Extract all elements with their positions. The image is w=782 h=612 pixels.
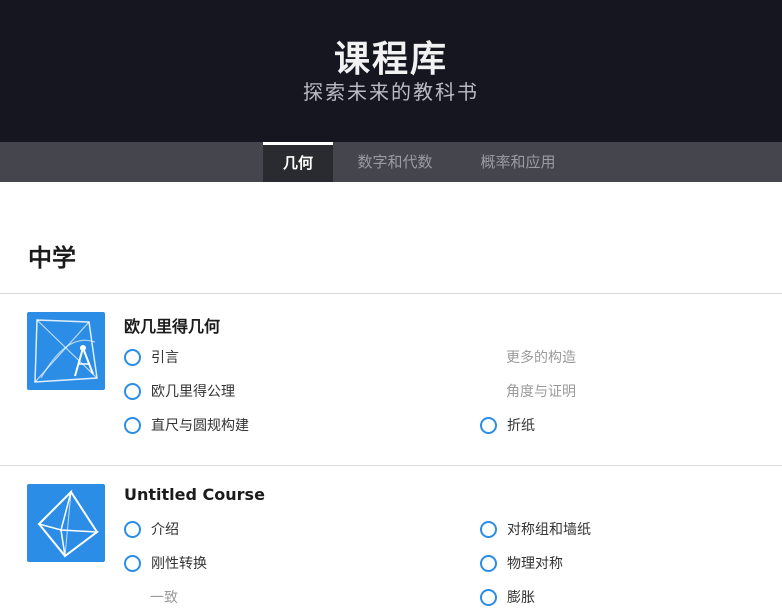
triangle-transform-icon[interactable]	[27, 484, 105, 562]
course-title-untitled-course[interactable]: Untitled Course	[124, 485, 265, 504]
lesson-item[interactable]: 欧几里得公理	[124, 380, 235, 402]
course-divider	[0, 465, 782, 466]
progress-ring-icon	[124, 520, 141, 538]
lesson-item[interactable]: 引言	[124, 346, 179, 368]
course-title-euclidean-geometry[interactable]: 欧几里得几何	[124, 313, 220, 337]
lesson-label: 对称组和墙纸	[507, 522, 591, 538]
page-subtitle: 探索未来的教科书	[303, 80, 479, 104]
category-tab-bar: 几何 数字和代数 概率和应用	[0, 142, 782, 182]
lesson-label: 一致	[150, 590, 178, 606]
lesson-item[interactable]: 直尺与圆规构建	[124, 414, 249, 436]
lesson-item[interactable]: 介绍	[124, 518, 179, 540]
lesson-item[interactable]: 折纸	[480, 414, 535, 436]
lesson-item-locked: 一致	[150, 586, 178, 608]
progress-ring-icon	[480, 416, 497, 434]
lesson-label: 角度与证明	[506, 384, 576, 400]
progress-ring-icon	[124, 554, 141, 572]
lesson-item-locked: 更多的构造	[506, 346, 576, 368]
tab-probability-applications[interactable]: 概率和应用	[462, 142, 574, 182]
page-header: 课程库 探索未来的教科书	[0, 0, 782, 142]
progress-ring-icon	[480, 520, 497, 538]
lesson-item[interactable]: 刚性转换	[124, 552, 207, 574]
progress-ring-icon	[124, 348, 141, 366]
lesson-item[interactable]: 对称组和墙纸	[480, 518, 591, 540]
lesson-item-locked: 角度与证明	[506, 380, 576, 402]
lesson-label: 欧几里得公理	[151, 384, 235, 400]
lesson-label: 引言	[151, 350, 179, 366]
progress-ring-icon	[124, 416, 141, 434]
tab-geometry[interactable]: 几何	[263, 142, 333, 182]
page-title: 课程库	[333, 39, 448, 80]
lesson-label: 膨胀	[507, 590, 535, 606]
lesson-item[interactable]: 膨胀	[480, 586, 535, 608]
progress-ring-icon	[480, 554, 497, 572]
lesson-label: 介绍	[151, 522, 179, 538]
lesson-label: 刚性转换	[151, 556, 207, 572]
lesson-item[interactable]: 物理对称	[480, 552, 563, 574]
section-heading: 中学	[28, 244, 76, 272]
compass-geometry-icon[interactable]	[27, 312, 105, 390]
lesson-label: 物理对称	[507, 556, 563, 572]
lesson-label: 直尺与圆规构建	[151, 418, 249, 434]
tab-numbers-algebra[interactable]: 数字和代数	[340, 142, 450, 182]
progress-ring-icon	[480, 588, 497, 606]
lesson-label: 更多的构造	[506, 350, 576, 366]
lesson-label: 折纸	[507, 418, 535, 434]
progress-ring-icon	[124, 382, 141, 400]
section-divider	[0, 293, 782, 294]
